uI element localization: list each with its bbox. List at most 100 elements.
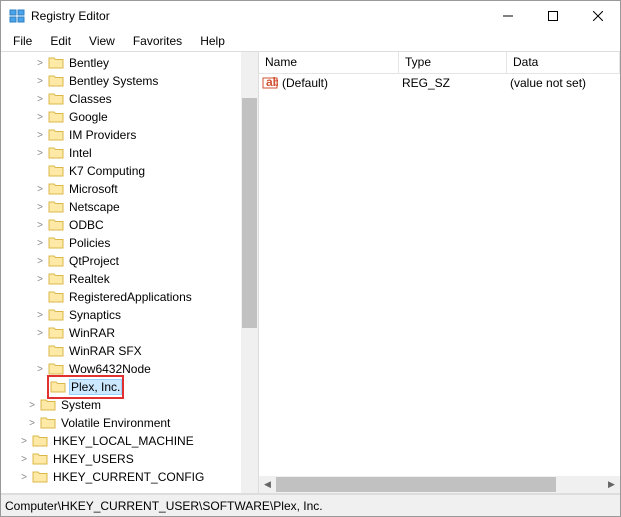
tree-item-label: ODBC (67, 218, 106, 232)
folder-icon (48, 74, 64, 88)
folder-icon (48, 308, 64, 322)
menu-favorites[interactable]: Favorites (125, 32, 190, 50)
tree-item-label: WinRAR (67, 326, 117, 340)
expand-icon (33, 164, 47, 178)
tree-item-label: IM Providers (67, 128, 138, 142)
folder-icon (48, 182, 64, 196)
tree-item[interactable]: > Bentley (1, 54, 241, 72)
col-header-data[interactable]: Data (507, 52, 620, 73)
folder-icon (50, 380, 66, 394)
tree-item[interactable]: > Policies (1, 234, 241, 252)
tree-item[interactable]: > ODBC (1, 216, 241, 234)
expand-icon[interactable]: > (25, 416, 39, 430)
tree-item[interactable]: > Classes (1, 90, 241, 108)
tree-item-label: Volatile Environment (59, 416, 172, 430)
tree-item[interactable]: >Bentley Systems (1, 72, 241, 90)
list-body[interactable]: ab (Default) REG_SZ (value not set) (259, 74, 620, 476)
col-header-type[interactable]: Type (399, 52, 507, 73)
tree-item[interactable]: WinRAR SFX (1, 342, 241, 360)
expand-icon[interactable]: > (33, 236, 47, 250)
tree-item[interactable]: RegisteredApplications (1, 288, 241, 306)
tree-item[interactable]: > Netscape (1, 198, 241, 216)
h-scrollbar-thumb[interactable] (276, 477, 556, 492)
expand-icon[interactable]: > (33, 308, 47, 322)
tree-item-label: K7 Computing (67, 164, 147, 178)
folder-icon (48, 128, 64, 142)
tree-item[interactable]: > WinRAR (1, 324, 241, 342)
statusbar: Computer\HKEY_CURRENT_USER\SOFTWARE\Plex… (1, 494, 620, 516)
expand-icon[interactable]: > (33, 74, 47, 88)
menu-help[interactable]: Help (192, 32, 233, 50)
value-name: (Default) (282, 76, 328, 90)
tree-item[interactable]: > Synaptics (1, 306, 241, 324)
expand-icon[interactable]: > (25, 398, 39, 412)
tree-item[interactable]: Plex, Inc. (1, 378, 241, 396)
expand-icon[interactable]: > (33, 362, 47, 376)
expand-icon[interactable]: > (33, 272, 47, 286)
tree-pane: >Bentley>Bentley Systems>Classes>Google>… (1, 52, 259, 493)
tree-item-label: HKEY_USERS (51, 452, 136, 466)
regedit-icon (9, 8, 25, 24)
tree-item[interactable]: > HKEY_USERS (1, 450, 241, 468)
tree-item[interactable]: > HKEY_CURRENT_CONFIG (1, 468, 241, 486)
folder-icon (48, 290, 64, 304)
list-pane: Name Type Data ab (Default) REG_SZ (valu… (259, 52, 620, 493)
tree-item[interactable]: > IM Providers (1, 126, 241, 144)
minimize-button[interactable] (485, 1, 530, 31)
maximize-button[interactable] (530, 1, 575, 31)
expand-icon[interactable]: > (33, 92, 47, 106)
tree-item-label: Policies (67, 236, 112, 250)
tree-item-label: Bentley (67, 56, 111, 70)
tree-item[interactable]: >QtProject (1, 252, 241, 270)
menu-file[interactable]: File (5, 32, 40, 50)
expand-icon[interactable]: > (33, 218, 47, 232)
expand-icon[interactable]: > (17, 434, 31, 448)
tree-item-label: HKEY_CURRENT_CONFIG (51, 470, 206, 484)
list-row[interactable]: ab (Default) REG_SZ (value not set) (259, 74, 620, 92)
folder-icon (48, 164, 64, 178)
tree-item-label: Classes (67, 92, 114, 106)
tree-item[interactable]: >Realtek (1, 270, 241, 288)
folder-icon (32, 434, 48, 448)
tree-scrollbar-thumb[interactable] (242, 98, 257, 328)
scroll-left-icon[interactable]: ◀ (259, 476, 276, 493)
expand-icon[interactable]: > (33, 56, 47, 70)
menu-edit[interactable]: Edit (42, 32, 79, 50)
tree-scrollbar[interactable] (241, 52, 258, 493)
expand-icon[interactable]: > (33, 326, 47, 340)
folder-icon (48, 362, 64, 376)
list-h-scrollbar[interactable]: ◀ ▶ (259, 476, 620, 493)
col-header-name[interactable]: Name (259, 52, 399, 73)
tree-item-label: Netscape (67, 200, 122, 214)
expand-icon[interactable]: > (33, 146, 47, 160)
tree-item[interactable]: >HKEY_LOCAL_MACHINE (1, 432, 241, 450)
scroll-right-icon[interactable]: ▶ (603, 476, 620, 493)
expand-icon (33, 290, 47, 304)
tree-item[interactable]: K7 Computing (1, 162, 241, 180)
tree-item-label: Google (67, 110, 110, 124)
string-value-icon: ab (262, 75, 278, 91)
expand-icon[interactable]: > (33, 182, 47, 196)
tree-item[interactable]: > Google (1, 108, 241, 126)
tree-item[interactable]: > Volatile Environment (1, 414, 241, 432)
tree-item[interactable]: >Intel (1, 144, 241, 162)
expand-icon[interactable]: > (17, 470, 31, 484)
expand-icon[interactable]: > (33, 254, 47, 268)
expand-icon (33, 344, 47, 358)
expand-icon[interactable]: > (17, 452, 31, 466)
close-button[interactable] (575, 1, 620, 31)
expand-icon[interactable]: > (33, 110, 47, 124)
menubar: File Edit View Favorites Help (1, 31, 620, 51)
registry-tree[interactable]: >Bentley>Bentley Systems>Classes>Google>… (1, 52, 241, 488)
tree-item-label: Synaptics (67, 308, 123, 322)
folder-icon (48, 218, 64, 232)
menu-view[interactable]: View (81, 32, 123, 50)
folder-icon (48, 92, 64, 106)
expand-icon[interactable]: > (33, 128, 47, 142)
content-area: >Bentley>Bentley Systems>Classes>Google>… (1, 51, 620, 494)
expand-icon[interactable]: > (33, 200, 47, 214)
tree-item[interactable]: >Microsoft (1, 180, 241, 198)
value-data: (value not set) (507, 76, 620, 90)
folder-icon (48, 200, 64, 214)
folder-icon (48, 236, 64, 250)
